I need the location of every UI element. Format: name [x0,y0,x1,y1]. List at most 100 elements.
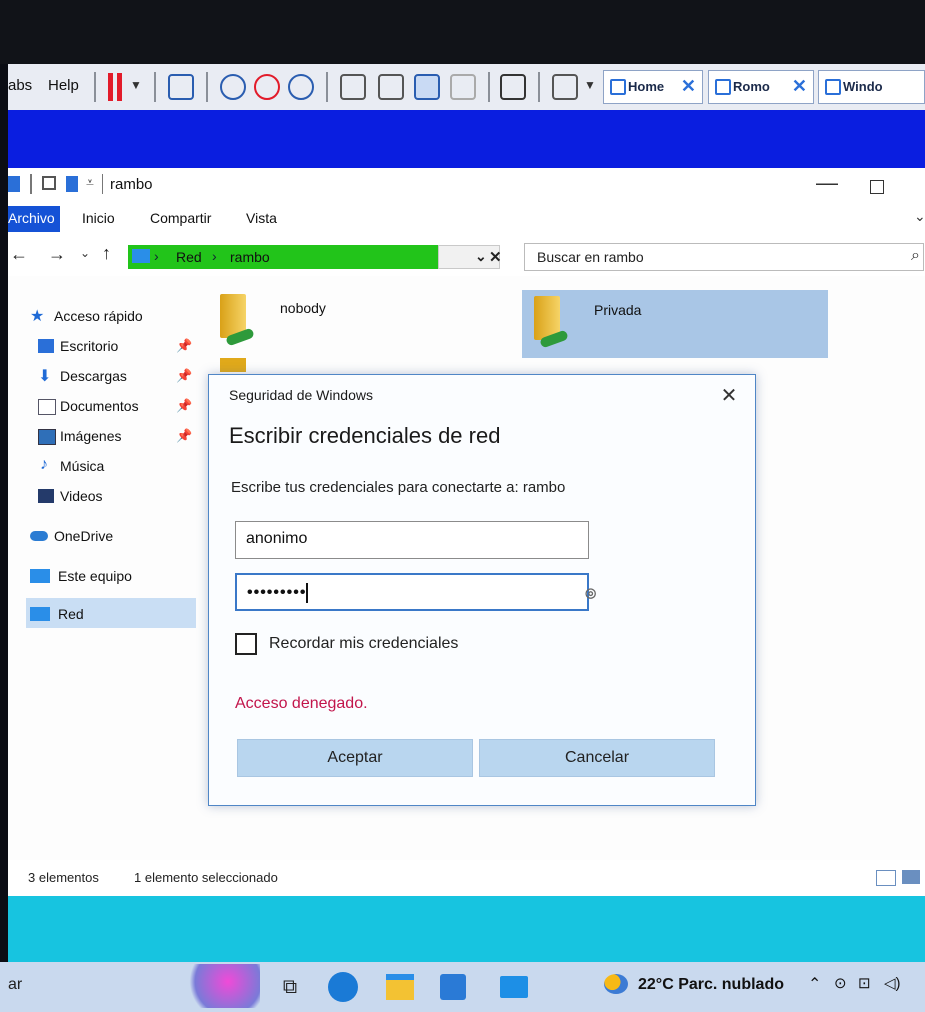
breadcrumb-rambo[interactable]: rambo [230,249,270,265]
close-icon[interactable]: ✕ [681,76,696,97]
new-folder-icon[interactable] [66,176,78,192]
back-button[interactable]: ← [10,244,28,265]
address-bar[interactable]: › Red › rambo [128,245,438,269]
close-icon[interactable]: ✕ [792,76,807,97]
dialog-description: Escribe tus credenciales para conectarte… [231,479,566,496]
sidebar-item-descargas[interactable]: ⬇ Descargas 📌 [32,366,198,388]
sidebar-label: Música [60,458,105,474]
videos-icon [38,489,54,503]
tab-compartir[interactable]: Compartir [150,210,211,226]
sidebar-item-documentos[interactable]: Documentos 📌 [32,396,198,418]
sidebar-item-onedrive[interactable]: OneDrive [26,526,196,548]
edge-icon[interactable] [328,972,358,1002]
breadcrumb-separator: › [154,248,159,264]
tab-romo[interactable]: Romo ✕ [708,70,814,104]
remember-checkbox[interactable] [235,633,257,655]
terminal-icon[interactable] [500,74,526,100]
taskbar-search[interactable]: ar [8,976,22,994]
maximize-button[interactable] [870,180,884,194]
monitor-bezel [0,0,925,64]
file-name: nobody [280,300,326,316]
expand-icon[interactable] [552,74,578,100]
chevron-down-icon[interactable]: ▼ [584,78,596,92]
download-icon: ⬇ [38,368,52,385]
large-icons-view-icon[interactable] [902,870,920,884]
breadcrumb-red[interactable]: Red [176,249,202,265]
search-input[interactable]: Buscar en rambo ⌕ [524,243,924,271]
address-bar-tail[interactable]: ⌄ ✕ [438,245,502,269]
file-item-privada[interactable]: Privada [522,290,828,358]
chevron-down-icon[interactable]: ▼ [130,78,142,92]
pin-icon[interactable]: 📌 [176,338,192,354]
onedrive-tray-icon[interactable]: ⊙ [834,974,847,992]
tab-label: Romo [733,79,770,94]
tab-vista[interactable]: Vista [246,210,277,226]
password-value: ••••••••• [247,584,307,602]
pause-icon-bar [117,73,122,101]
sidebar-label: OneDrive [54,528,114,544]
clock-icon[interactable] [220,74,246,100]
split-horizontal-icon[interactable] [378,74,404,100]
volume-icon[interactable]: ◁) [884,974,901,992]
pause-icon[interactable] [108,73,113,101]
chevron-down-icon[interactable]: ⌄ [914,208,925,225]
up-button[interactable]: ↑ [102,243,111,264]
sidebar-item-red[interactable]: Red [26,604,196,626]
network-tray-icon[interactable]: ⊡ [858,974,871,992]
close-icon[interactable]: ✕ [717,383,741,407]
weather-icon[interactable] [604,974,628,994]
sidebar-item-imagenes[interactable]: Imágenes 📌 [32,426,198,448]
toolbar-separator [206,72,208,102]
network-icon[interactable] [168,74,194,100]
images-icon [38,429,56,445]
quick-access-dropdown-icon[interactable]: ⩡ [86,174,94,191]
pin-icon[interactable]: 📌 [176,368,192,384]
toolbar-separator [488,72,490,102]
sidebar-item-escritorio[interactable]: Escritorio 📌 [32,336,198,358]
sidebar-item-videos[interactable]: Videos [32,486,198,508]
password-field[interactable]: ••••••••• ◎ [235,573,596,611]
shared-folder-icon[interactable] [220,358,246,372]
cancel-button[interactable]: Cancelar [479,739,715,777]
store-icon[interactable] [440,974,466,1000]
forward-button[interactable]: → [48,244,66,265]
separator [30,174,32,194]
network-icon [132,249,150,263]
alarm-icon[interactable] [254,74,280,100]
pin-icon[interactable]: 📌 [176,398,192,414]
remember-label[interactable]: Recordar mis credenciales [269,635,458,653]
tab-inicio[interactable]: Inicio [82,210,115,226]
home-icon [610,79,626,95]
sidebar-item-musica[interactable]: ♪ Música [32,456,198,478]
reveal-password-icon[interactable]: ◎ [585,585,597,601]
mail-icon[interactable] [500,976,528,998]
chevron-up-icon[interactable]: ⌃ [808,974,821,994]
tab-window[interactable]: Windo [818,70,925,104]
split-vertical-icon[interactable] [340,74,366,100]
file-item-nobody[interactable]: nobody [208,288,514,356]
file-explorer-icon[interactable] [386,974,414,1000]
properties-icon[interactable] [42,176,56,190]
search-icon[interactable]: ⌕ [911,247,920,265]
remote-desktop-background [8,110,925,168]
recent-locations-icon[interactable]: ⌄ [80,246,90,260]
menu-help[interactable]: Help [48,77,79,94]
task-view-icon[interactable]: ⧉ [272,970,308,1004]
tab-home[interactable]: Home ✕ [603,70,703,104]
weather-text[interactable]: 22°C Parc. nublado [638,976,784,994]
timer-icon[interactable] [288,74,314,100]
tab-archivo[interactable]: Archivo [8,210,55,226]
pin-icon[interactable]: 📌 [176,428,192,444]
sidebar-item-quick-access[interactable]: ★ Acceso rápido [26,306,196,328]
fullscreen-icon[interactable] [414,74,440,100]
sidebar-item-este-equipo[interactable]: Este equipo [26,566,196,588]
menu-tabs[interactable]: abs [8,77,32,94]
close-icon[interactable]: ✕ [489,248,502,266]
username-field[interactable]: anonimo [235,521,589,559]
tab-label: Home [628,79,665,94]
chevron-down-icon[interactable]: ⌄ [475,248,487,265]
detach-icon[interactable] [450,74,476,100]
minimize-button[interactable]: — [816,170,838,196]
accept-button[interactable]: Aceptar [237,739,473,777]
details-view-icon[interactable] [876,870,896,886]
